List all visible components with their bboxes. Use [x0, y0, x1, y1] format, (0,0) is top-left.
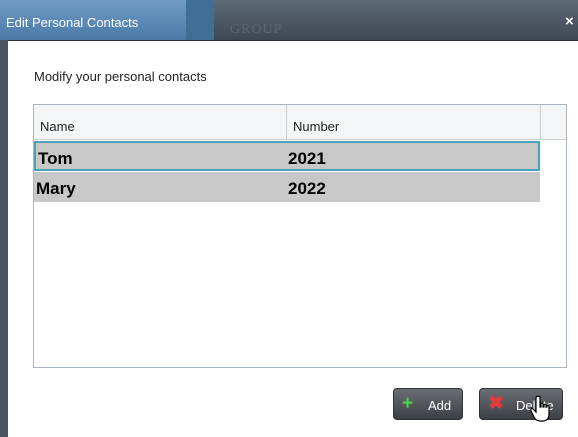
contact-name: Tom: [38, 149, 73, 168]
plus-icon: +: [402, 393, 414, 414]
contact-number: 2022: [288, 179, 326, 198]
title-tab: Edit Personal Contacts: [0, 0, 186, 40]
contacts-table: Name Number Tom 2021 Mary 2022: [33, 104, 567, 368]
hand-pointer-icon: [530, 395, 550, 422]
table-row[interactable]: Mary 2022: [34, 172, 540, 202]
close-icon[interactable]: ×: [565, 13, 574, 30]
column-header-name[interactable]: Name: [34, 105, 287, 140]
dialog-subtitle: Modify your personal contacts: [34, 69, 207, 84]
dialog-title: Edit Personal Contacts: [6, 15, 139, 30]
background-window-title: GROUP: [230, 22, 283, 37]
contact-number: 2021: [288, 149, 326, 168]
contact-name: Mary: [36, 179, 76, 198]
titlebar: Edit Personal Contacts GROUP ×: [0, 0, 578, 41]
table-row[interactable]: Tom 2021: [34, 141, 540, 171]
column-header-spacer: [541, 105, 566, 140]
x-icon: ✖: [488, 393, 504, 414]
edit-contacts-dialog: Edit Personal Contacts GROUP × Modify yo…: [0, 0, 578, 437]
window-frame-left: [0, 40, 8, 437]
add-button[interactable]: + Add: [393, 388, 463, 420]
title-swatch: [186, 0, 214, 40]
column-header-number[interactable]: Number: [287, 105, 541, 140]
add-button-label: Add: [428, 398, 452, 413]
